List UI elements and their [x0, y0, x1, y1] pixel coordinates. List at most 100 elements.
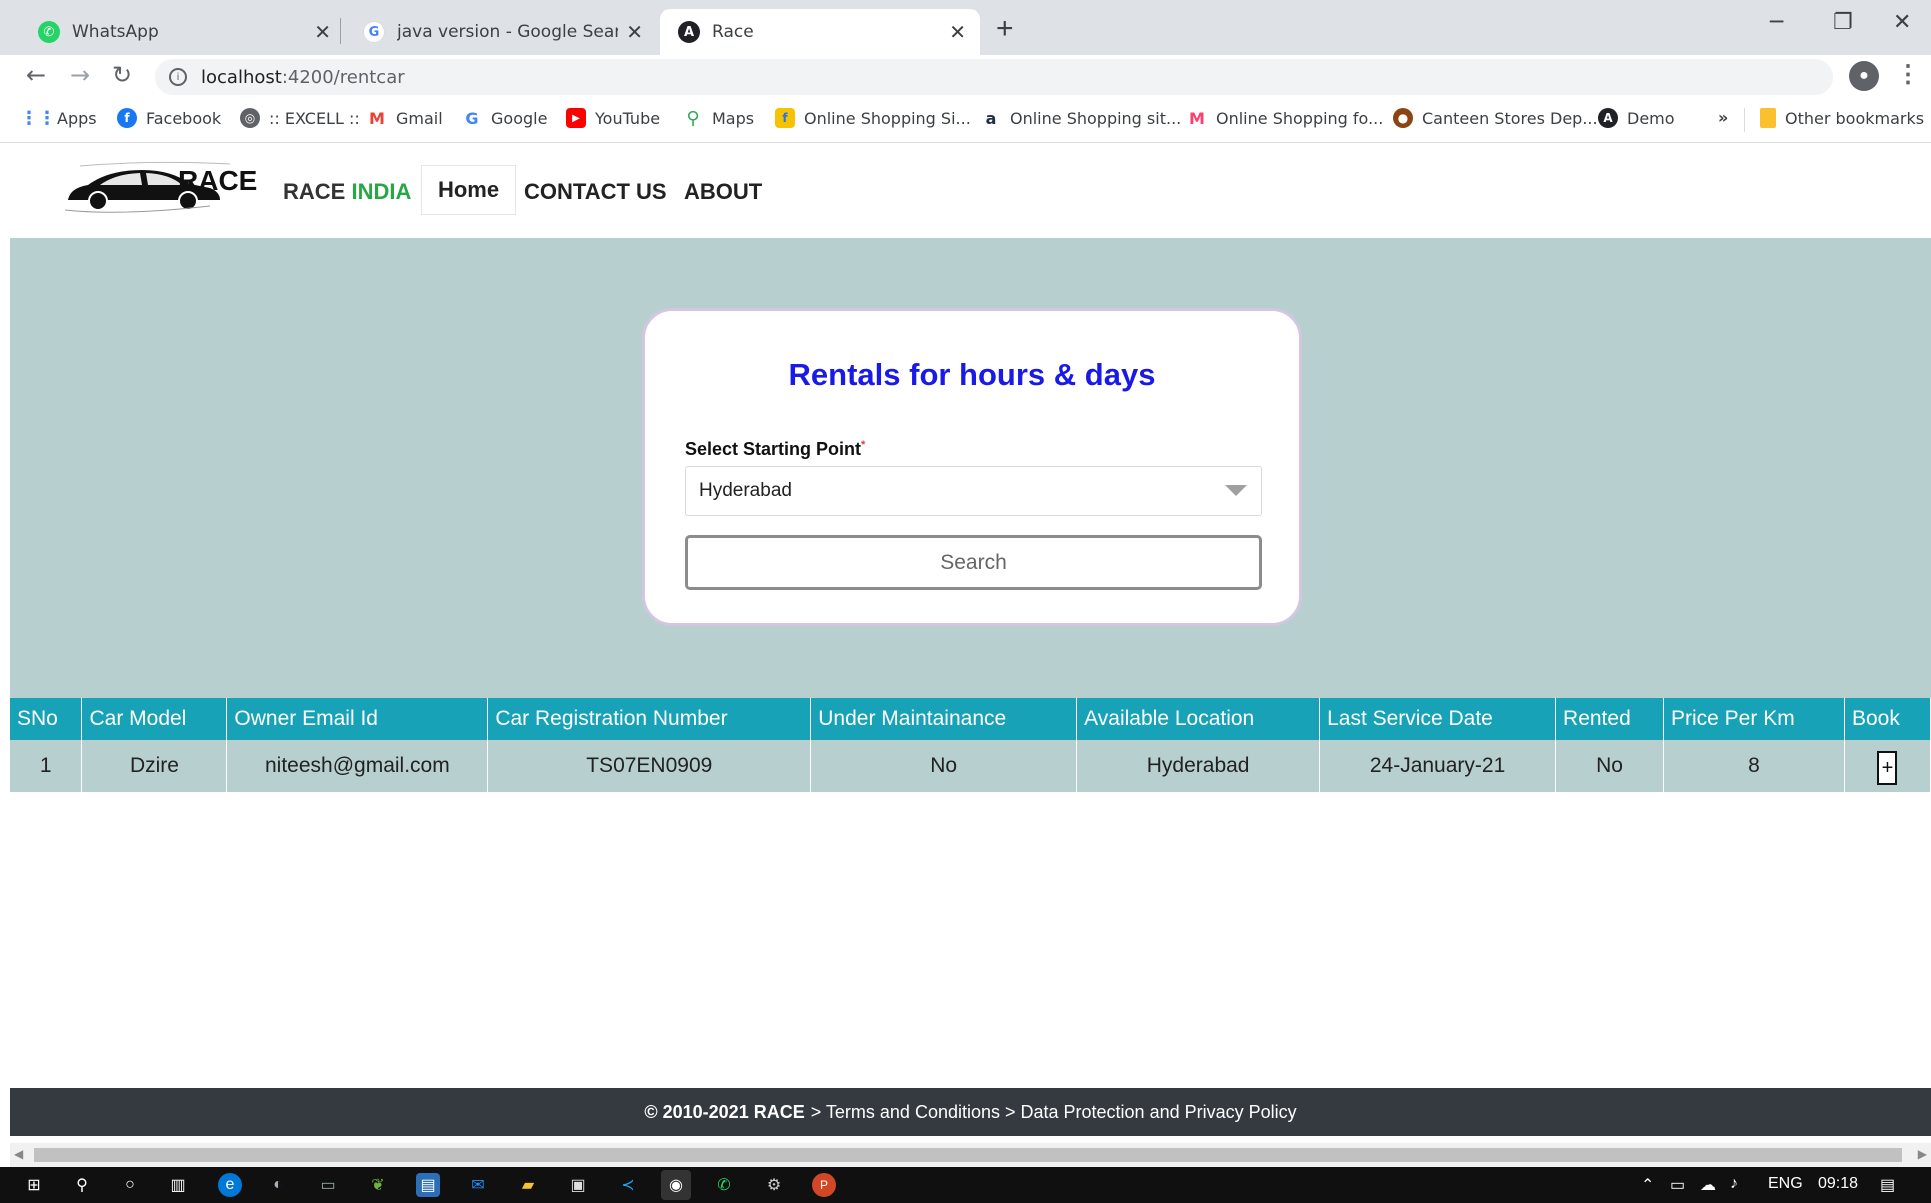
network-icon[interactable]: ▭: [1670, 1175, 1685, 1195]
canteen-icon: ●: [1393, 108, 1413, 128]
table-header-row: SNo Car Model Owner Email Id Car Registr…: [10, 698, 1931, 740]
store-icon[interactable]: ▣: [566, 1173, 590, 1197]
close-icon[interactable]: ✕: [626, 20, 643, 44]
bookmark-facebook[interactable]: f Facebook: [117, 108, 221, 128]
forward-arrow-icon[interactable]: →: [70, 61, 90, 89]
copyright-text: © 2010-2021 RACE: [644, 1101, 805, 1122]
cell-car-model: Dzire: [81, 740, 228, 792]
close-icon[interactable]: ✕: [949, 20, 966, 44]
windows-start-icon[interactable]: ⊞: [22, 1173, 46, 1197]
tab-google-search[interactable]: G java version - Google Search ✕: [345, 9, 657, 55]
bookmark-gmail[interactable]: M Gmail: [367, 108, 443, 128]
cell-service-date: 24-January-21: [1319, 740, 1557, 792]
bookmark-myntra[interactable]: M Online Shopping fo...: [1187, 108, 1383, 128]
tab-race[interactable]: A Race ✕: [660, 9, 980, 55]
cortana-icon[interactable]: ○: [118, 1173, 142, 1197]
close-icon[interactable]: ✕: [314, 20, 331, 44]
column-header: Rented: [1555, 698, 1664, 740]
mail-icon[interactable]: ✉: [466, 1173, 490, 1197]
youtube-icon: ▶: [566, 108, 586, 128]
hero-section: Rentals for hours & days Select Starting…: [10, 238, 1931, 701]
footer-links[interactable]: > Terms and Conditions > Data Protection…: [811, 1102, 1297, 1123]
tab-title: java version - Google Search: [397, 22, 619, 42]
eclipse-icon[interactable]: ◐: [266, 1173, 290, 1197]
starting-point-select[interactable]: Hyderabad: [685, 466, 1262, 516]
bookmark-label: Facebook: [146, 108, 222, 128]
bookmark-label: Online Shopping Si...: [804, 108, 971, 128]
brand-india: INDIA: [351, 179, 412, 204]
browser-tab-bar: ✆ WhatsApp ✕ G java version - Google Sea…: [0, 0, 1931, 55]
url-host: localhost: [201, 66, 282, 88]
clock-time[interactable]: 09:18: [1818, 1175, 1858, 1193]
column-header: Car Model: [81, 698, 228, 740]
bookmark-label: YouTube: [595, 108, 661, 128]
nav-about-link[interactable]: ABOUT: [684, 179, 762, 205]
address-bar[interactable]: i localhost:4200/rentcar: [155, 59, 1833, 95]
bookmark-label: Canteen Stores Dep...: [1422, 108, 1598, 128]
whatsapp-icon[interactable]: ✆: [712, 1173, 736, 1197]
tab-whatsapp[interactable]: ✆ WhatsApp ✕: [20, 9, 345, 55]
tab-separator: [340, 18, 341, 44]
bookmark-maps[interactable]: ⚲ Maps: [683, 108, 755, 129]
bookmark-label: Demo: [1627, 108, 1675, 128]
bookmark-amazon[interactable]: a Online Shopping sit...: [981, 108, 1182, 128]
edge-icon[interactable]: e: [218, 1173, 242, 1197]
close-window-icon[interactable]: ✕: [1893, 10, 1911, 35]
scrollbar-thumb[interactable]: [34, 1148, 1902, 1162]
bookmark-canteen[interactable]: ● Canteen Stores Dep...: [1393, 108, 1598, 128]
spring-icon[interactable]: ❦: [366, 1173, 390, 1197]
tray-chevron-up-icon[interactable]: ⌃: [1641, 1175, 1654, 1195]
scroll-right-icon[interactable]: ▶: [1918, 1147, 1927, 1161]
bookmark-google[interactable]: G Google: [462, 108, 547, 128]
task-view-icon[interactable]: ▥: [166, 1173, 190, 1197]
bookmark-label: Maps: [712, 108, 755, 128]
more-bookmarks-icon[interactable]: »: [1718, 108, 1728, 127]
vscode-icon[interactable]: ≺: [616, 1173, 640, 1197]
new-tab-icon[interactable]: +: [996, 14, 1014, 44]
book-button[interactable]: +: [1877, 751, 1898, 785]
nav-home-link[interactable]: Home: [421, 165, 516, 215]
logo-text: RACE: [178, 165, 258, 196]
menu-kebab-icon[interactable]: ⋮: [1896, 60, 1920, 89]
cell-rented: No: [1555, 740, 1664, 792]
back-arrow-icon[interactable]: ←: [26, 61, 46, 89]
bookmark-youtube[interactable]: ▶ YouTube: [566, 108, 660, 128]
site-info-icon[interactable]: i: [169, 68, 187, 86]
page-content: RACE RACE INDIA Home CONTACT US ABOUT Re…: [0, 143, 1931, 1143]
bookmark-flipkart[interactable]: f Online Shopping Si...: [775, 108, 971, 128]
powerpoint-icon[interactable]: P: [812, 1173, 836, 1197]
bookmark-excell[interactable]: ◎ :: EXCELL ::: [240, 108, 360, 128]
site-navbar: RACE RACE INDIA Home CONTACT US ABOUT: [30, 143, 1914, 238]
file-explorer-icon[interactable]: ▰: [516, 1173, 540, 1197]
chrome-icon[interactable]: ◉: [661, 1170, 691, 1200]
search-button[interactable]: Search: [685, 535, 1262, 590]
bookmark-label: Google: [491, 108, 548, 128]
search-icon[interactable]: ⚲: [70, 1173, 94, 1197]
profile-avatar-icon[interactable]: ●: [1849, 61, 1879, 91]
terminal-icon[interactable]: ▭: [316, 1173, 340, 1197]
restore-icon[interactable]: ❐: [1833, 10, 1853, 35]
amazon-icon: a: [985, 108, 997, 128]
onedrive-cloud-icon[interactable]: ☁: [1700, 1175, 1716, 1195]
google-icon: G: [363, 21, 385, 43]
volume-icon[interactable]: ♪: [1730, 1175, 1738, 1193]
brand-name[interactable]: RACE INDIA: [283, 179, 411, 205]
language-indicator[interactable]: ENG: [1768, 1175, 1803, 1193]
reload-icon[interactable]: ↻: [112, 61, 132, 89]
horizontal-scrollbar[interactable]: ◀ ▶: [10, 1143, 1931, 1167]
flipkart-icon: f: [775, 108, 795, 128]
bookmark-apps[interactable]: ⋮⋮ Apps: [20, 107, 97, 129]
bookmark-demo[interactable]: A Demo: [1598, 108, 1675, 128]
scroll-left-icon[interactable]: ◀: [14, 1147, 23, 1161]
database-icon[interactable]: ▤: [416, 1173, 440, 1197]
bookmark-label: :: EXCELL ::: [269, 108, 360, 128]
notification-icon[interactable]: ▤: [1880, 1175, 1895, 1195]
apps-grid-icon: ⋮⋮: [20, 107, 56, 129]
search-card: Rentals for hours & days Select Starting…: [642, 308, 1302, 626]
cars-table: SNo Car Model Owner Email Id Car Registr…: [10, 698, 1931, 792]
settings-gear-icon[interactable]: ⚙: [762, 1173, 786, 1197]
minimize-icon[interactable]: ─: [1770, 10, 1783, 35]
other-bookmarks-folder[interactable]: Other bookmarks: [1760, 108, 1924, 128]
url-path: :4200/rentcar: [281, 66, 405, 88]
nav-contact-link[interactable]: CONTACT US: [524, 179, 667, 205]
